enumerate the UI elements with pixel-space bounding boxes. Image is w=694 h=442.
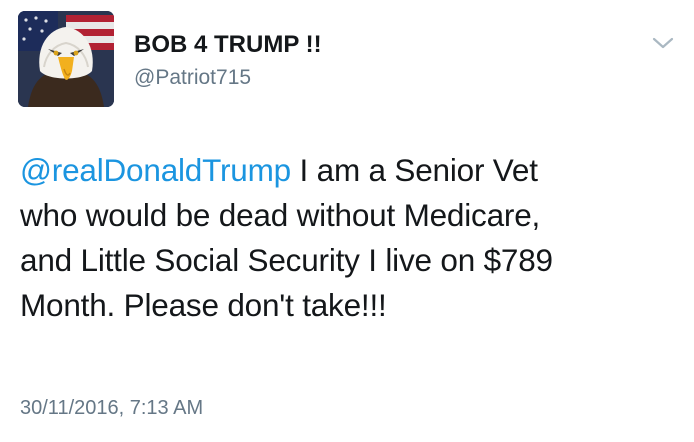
avatar[interactable] [18,11,114,107]
tweet-line-1: @realDonaldTrump I am a Senior Vet [20,148,670,193]
tweet-line-2: who would be dead without Medicare, [20,197,541,233]
chevron-down-icon[interactable] [651,34,675,52]
eagle-avatar-icon [18,11,114,107]
user-handle[interactable]: @Patriot715 [134,65,251,91]
tweet-line-1-text: I am a Senior Vet [290,152,538,188]
tweet-text: @realDonaldTrump I am a Senior Vet who w… [20,148,670,328]
tweet-line-3: and Little Social Security I live on $78… [20,242,553,278]
mention-link[interactable]: @realDonaldTrump [20,152,291,188]
tweet-timestamp[interactable]: 30/11/2016, 7:13 AM [20,395,203,421]
display-name[interactable]: BOB 4 TRUMP !! [134,31,322,59]
tweet-card: BOB 4 TRUMP !! @Patriot715 @realDonaldTr… [0,0,694,442]
tweet-line-4: Month. Please don't take!!! [20,287,387,323]
